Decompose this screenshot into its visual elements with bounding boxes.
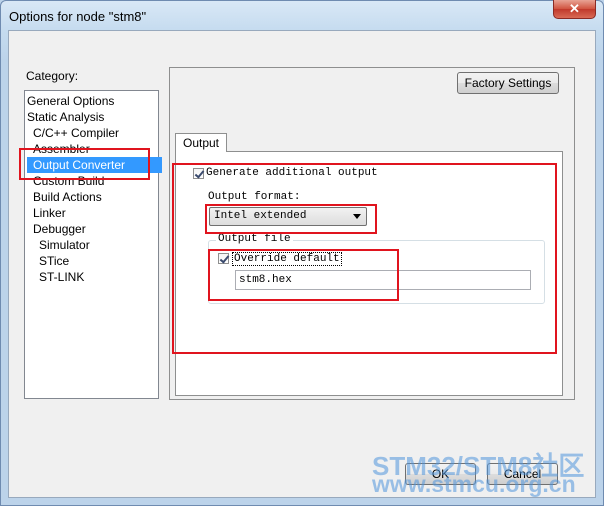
watermark-url: www.stmcu.org.cn: [372, 471, 576, 497]
factory-settings-button[interactable]: Factory Settings: [457, 72, 559, 94]
category-item-linker[interactable]: Linker: [33, 205, 70, 221]
highlight-box-format: [205, 204, 377, 234]
close-button[interactable]: ✕: [553, 0, 596, 19]
category-label: Category:: [26, 69, 79, 83]
category-item-debugger[interactable]: Debugger: [33, 221, 90, 237]
category-item-st-link[interactable]: ST-LINK: [39, 269, 88, 285]
category-item-static-analysis[interactable]: Static Analysis: [27, 109, 108, 125]
category-item-c-cpp-compiler[interactable]: C/C++ Compiler: [33, 125, 123, 141]
category-item-stice[interactable]: STice: [39, 253, 73, 269]
highlight-box-category: [19, 148, 150, 180]
category-item-general-options[interactable]: General Options: [27, 93, 118, 109]
close-icon: ✕: [569, 1, 580, 16]
window-title: Options for node "stm8": [9, 9, 147, 24]
highlight-box-override: [208, 249, 399, 301]
category-item-simulator[interactable]: Simulator: [39, 237, 94, 253]
category-list[interactable]: General Options Static Analysis C/C++ Co…: [24, 90, 162, 399]
tab-output[interactable]: Output: [175, 133, 227, 152]
category-item-build-actions[interactable]: Build Actions: [33, 189, 106, 205]
